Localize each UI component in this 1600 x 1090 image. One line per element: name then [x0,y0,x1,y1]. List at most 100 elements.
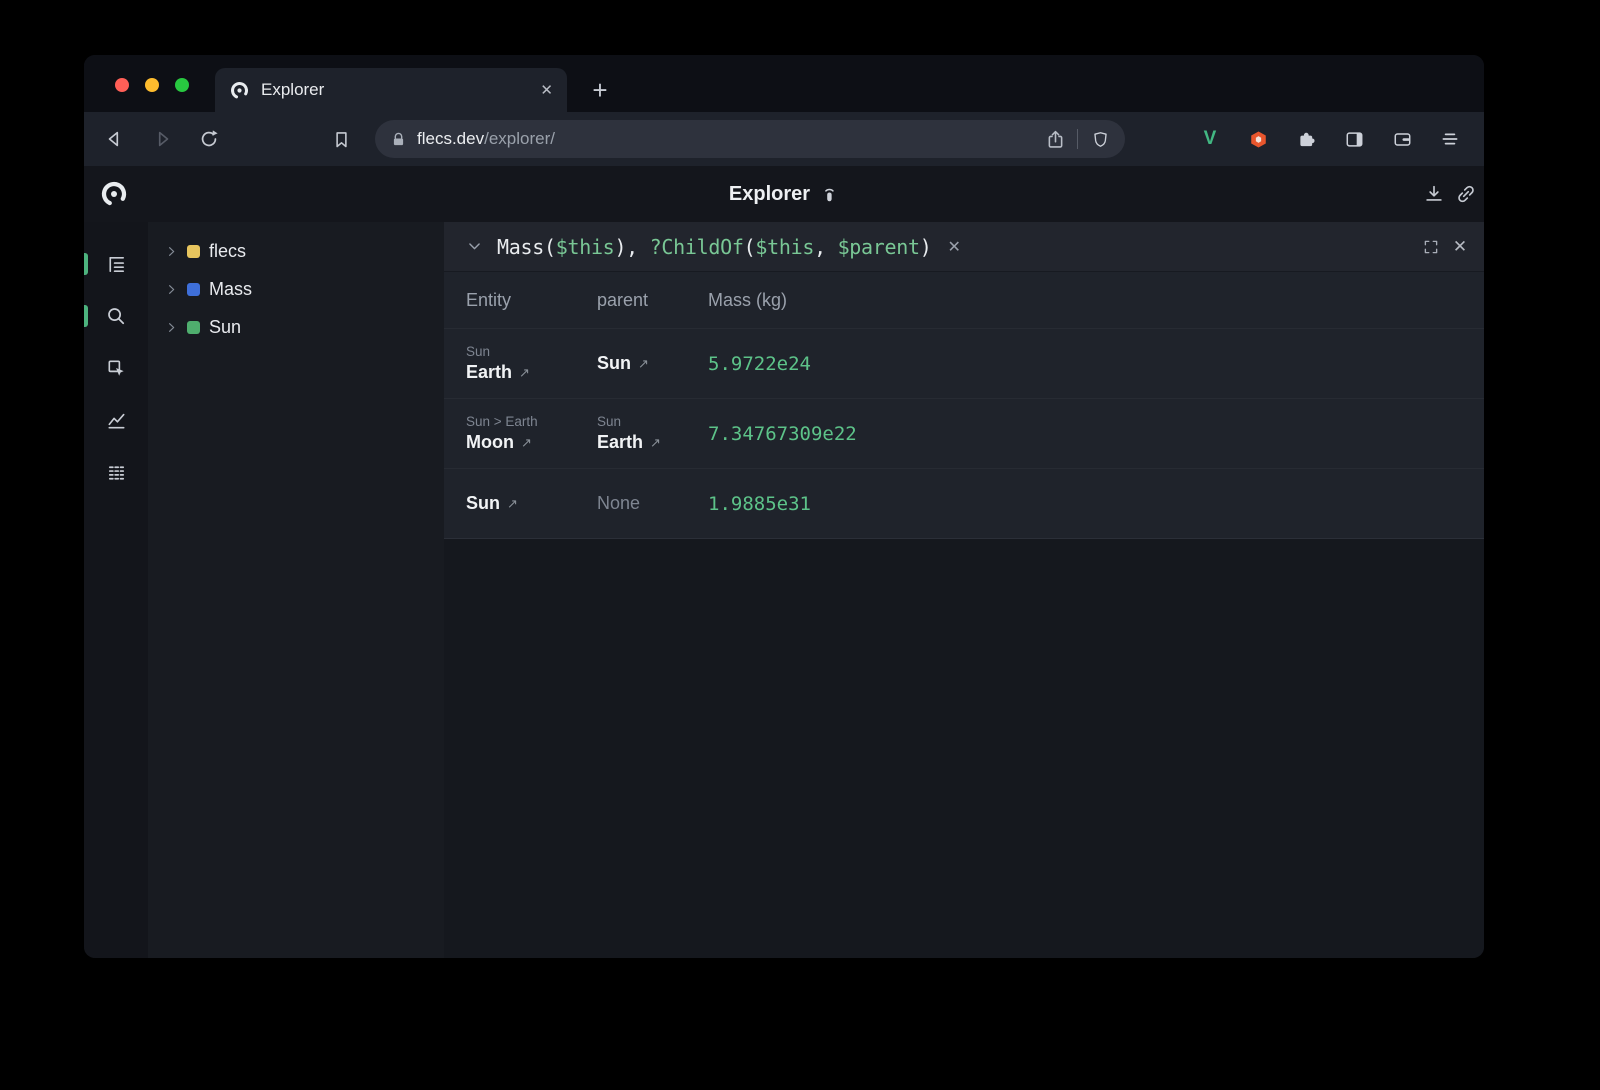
query-segment: $this [556,235,615,259]
address-bar[interactable]: flecs.dev/explorer/ [375,120,1125,158]
tree-item-mass[interactable]: Mass [148,270,444,308]
share-icon[interactable] [1043,127,1067,151]
chevron-right-icon[interactable] [165,321,178,334]
extension-cluster: V [1194,123,1466,155]
entity-link[interactable]: Moon ↗ [466,432,597,453]
mass-value: 1.9885e31 [708,493,1484,515]
rail-item-entity-tree[interactable] [84,238,148,290]
browser-toolbar: flecs.dev/explorer/ V [84,112,1484,166]
active-indicator [84,305,88,327]
column-header-parent: parent [597,290,708,311]
sidebar-toggle-icon[interactable] [1338,123,1370,155]
url-domain: flecs.dev [417,129,484,148]
window-controls [115,78,189,92]
entity-cell: Sun ↗ [466,469,597,538]
lock-icon [390,131,407,148]
mass-cell: 1.9885e31 [708,469,1484,538]
rail-item-charts[interactable] [84,394,148,446]
entity-cell: Sun > Earth Moon ↗ [466,399,597,468]
page-title: Explorer [729,183,810,206]
header-actions [1418,178,1482,210]
reload-button[interactable] [193,123,225,155]
vue-devtools-extension-icon[interactable]: V [1194,123,1226,155]
query-segment: ( [744,235,756,259]
tab-strip: Explorer ✕ + [84,55,1484,112]
main-area: flecs Mass Sun [84,222,1484,958]
results-empty-area [444,539,1484,958]
query-expression[interactable]: Mass($this), ?ChildOf($this, $parent) [497,235,932,259]
query-segment: $this [755,235,814,259]
browser-tab-explorer[interactable]: Explorer ✕ [215,68,567,112]
rail-item-stats[interactable] [84,446,148,498]
tree-item-label: Sun [209,317,241,338]
entity-name: Moon [466,432,514,453]
icon-rail [84,222,148,958]
query-segment: ) [920,235,932,259]
rail-item-inspect[interactable] [84,342,148,394]
active-indicator [84,253,88,275]
entity-parent-path: Sun [597,414,708,429]
open-entity-icon: ↗ [638,356,649,372]
maximize-window-button[interactable] [175,78,189,92]
tree-item-label: flecs [209,241,246,262]
chevron-right-icon[interactable] [165,283,178,296]
bookmark-icon[interactable] [325,123,357,155]
table-row[interactable]: Sun ↗ None 1.9885e31 [444,468,1484,538]
open-entity-icon: ↗ [507,496,518,512]
extensions-puzzle-icon[interactable] [1290,123,1322,155]
entity-parent-path: Sun [466,344,597,359]
close-window-button[interactable] [115,78,129,92]
query-panel-controls: ✕ [1419,235,1472,259]
url-text[interactable]: flecs.dev/explorer/ [417,129,1033,149]
app-header: Explorer [84,166,1484,222]
brave-shield-icon[interactable] [1088,127,1112,151]
mass-value: 5.9722e24 [708,353,1484,375]
entity-color-swatch [187,321,200,334]
new-tab-button[interactable]: + [583,73,617,107]
download-button[interactable] [1418,178,1450,210]
query-segment: , [814,235,837,259]
close-panel-icon[interactable]: ✕ [1448,235,1472,259]
wallet-icon[interactable] [1386,123,1418,155]
forward-button[interactable] [146,123,178,155]
tab-close-icon[interactable]: ✕ [540,81,553,99]
entity-cell: Sun Earth ↗ [466,329,597,398]
table-row[interactable]: Sun Earth ↗ Sun ↗ [444,328,1484,398]
query-segment: $parent [838,235,920,259]
entity-link[interactable]: Sun ↗ [597,353,708,374]
entity-name: Sun [466,493,500,514]
query-panel: Mass($this), ?ChildOf($this, $parent) ✕ … [444,222,1484,539]
inspect-cursor-icon [105,357,128,380]
clear-query-icon[interactable]: ✕ [948,237,961,257]
menu-icon[interactable] [1434,123,1466,155]
query-segment: Mass [497,235,544,259]
entity-link[interactable]: Earth ↗ [597,432,708,453]
mass-value: 7.34767309e22 [708,423,1484,445]
chevron-down-icon[interactable] [462,235,486,259]
entity-name: None [597,493,640,514]
table-header-row: Entity parent Mass (kg) [444,272,1484,328]
app-title-group: Explorer [729,183,839,206]
rail-item-query-search[interactable] [84,290,148,342]
table-row[interactable]: Sun > Earth Moon ↗ Sun Earth ↗ [444,398,1484,468]
back-button[interactable] [99,123,131,155]
minimize-window-button[interactable] [145,78,159,92]
metamask-extension-icon[interactable] [1242,123,1274,155]
tree-item-flecs[interactable]: flecs [148,232,444,270]
chevron-right-icon[interactable] [165,245,178,258]
parent-cell: None [597,469,708,538]
fullscreen-icon[interactable] [1419,235,1443,259]
search-icon [105,305,128,328]
share-link-button[interactable] [1450,178,1482,210]
entity-name: Sun [597,353,631,374]
tree-item-sun[interactable]: Sun [148,308,444,346]
open-entity-icon: ↗ [650,435,661,451]
entity-link[interactable]: Earth ↗ [466,362,597,383]
entity-link[interactable]: Sun ↗ [466,493,597,514]
flecs-logo[interactable] [98,178,130,210]
browser-window: Explorer ✕ + flecs.dev/exp [84,55,1484,958]
desktop-background: Explorer ✕ + flecs.dev/exp [0,0,1600,1090]
query-header: Mass($this), ?ChildOf($this, $parent) ✕ … [444,222,1484,272]
entity-color-swatch [187,283,200,296]
query-content: Mass($this), ?ChildOf($this, $parent) ✕ … [444,222,1484,958]
